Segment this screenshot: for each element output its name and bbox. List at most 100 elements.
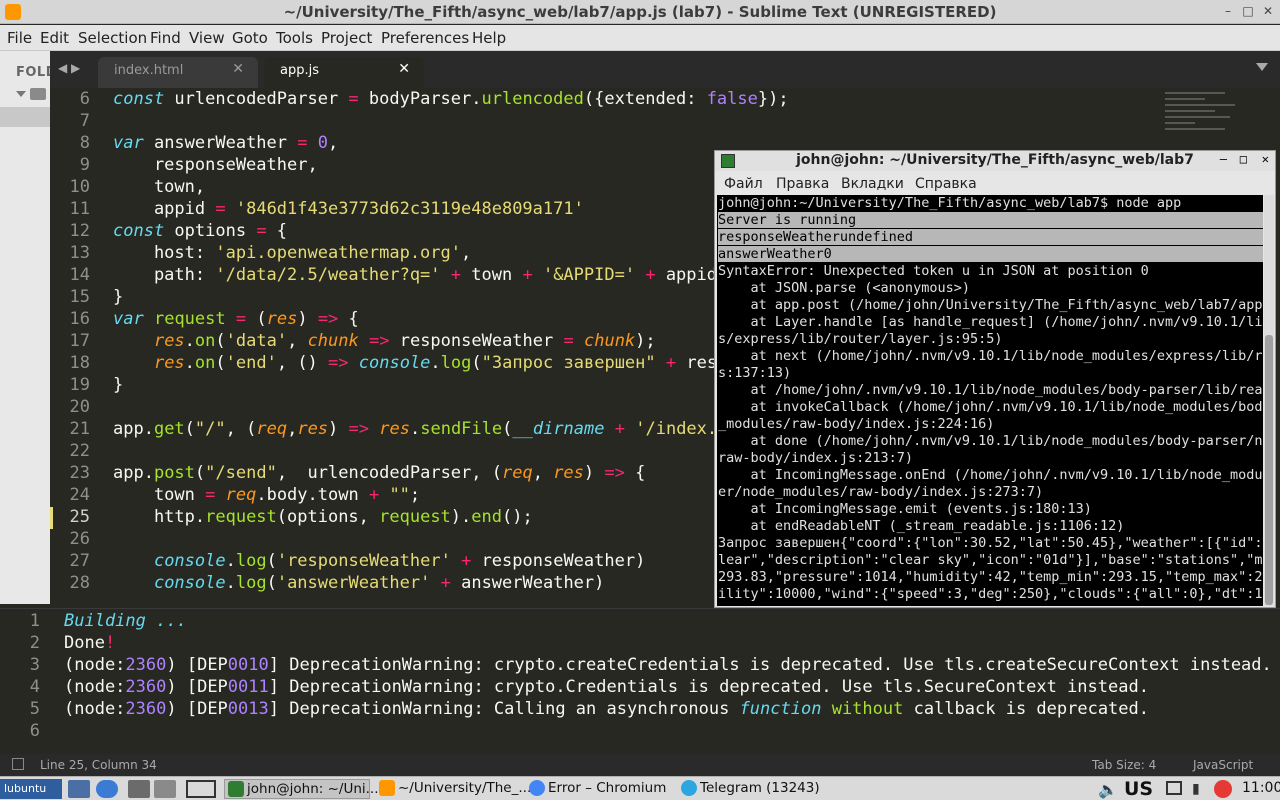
output-line-number: 4 [29,677,40,697]
keyboard-layout[interactable]: US [1124,778,1153,800]
app-launcher-icon[interactable] [128,780,150,798]
terminal-menu-file[interactable]: Файл [724,176,763,192]
terminal-line: Server is running [718,212,1263,228]
line-number: 8 [79,133,90,153]
menu-file[interactable]: File [7,29,32,47]
selected-file-row[interactable] [0,107,50,127]
terminal-line: at Layer.handle [as handle_request] (/ho… [718,314,1264,330]
output-line-number: 5 [29,699,40,719]
code-line: res.on('data', chunk => responseWeather … [153,331,656,351]
line-number: 23 [69,463,90,483]
code-line: var request = (res) => { [113,309,359,329]
line-number: 16 [69,309,90,329]
clock[interactable]: 11:00 [1242,780,1280,796]
build-output-panel[interactable]: 1 Building ... 2 Done! 3 (node:2360) [DEP0010… [0,608,1280,746]
terminal-window[interactable]: john@john: ~/University/The_Fifth/async_… [714,150,1276,608]
menu-view[interactable]: View [189,29,225,47]
folder-expand-icon[interactable] [16,91,26,97]
code-line: const urlencodedParser = bodyParser.urle… [113,89,789,109]
output-line: (node:2360) [DEP0013] DeprecationWarning… [64,699,1149,719]
code-line: res.on('end', () => console.log("Запрос … [153,353,728,373]
line-number: 6 [79,89,90,109]
terminal-output[interactable]: john@john:~/University/The_Fifth/async_w… [717,195,1263,606]
terminal-maximize-icon[interactable]: □ [1240,152,1247,166]
terminal-line: at invokeCallback (/home/john/.nvm/v9.10… [718,399,1264,415]
terminal-minimize-icon[interactable]: – [1220,152,1227,166]
menu-tools[interactable]: Tools [276,29,313,47]
menu-help[interactable]: Help [472,29,506,47]
code-line: appid = '846d1f43e3773d62c3119e48e809a17… [113,199,584,219]
menu-goto[interactable]: Goto [232,29,268,47]
show-desktop-icon[interactable] [186,780,216,798]
code-line: host: 'api.openweathermap.org', [113,243,472,263]
menu-selection[interactable]: Selection [78,29,147,47]
output-line: (node:2360) [DEP0010] DeprecationWarning… [64,655,1272,675]
menu-find[interactable]: Find [150,29,181,47]
tab-index-html[interactable]: index.html ✕ [98,57,258,88]
terminal-line: 293.83,"pressure":1014,"humidity":42,"te… [718,569,1263,585]
close-icon[interactable]: ✕ [1260,2,1276,20]
window-titlebar: ~/University/The_Fifth/async_web/lab7/ap… [0,0,1280,24]
minimize-icon[interactable]: – [1220,2,1236,20]
terminal-line: raw-body/index.js:213:7) [718,450,914,466]
task-telegram[interactable]: Telegram (13243) [678,779,828,799]
tab-nav-arrows-icon[interactable]: ◀ ▶ [58,61,80,75]
minimap[interactable] [1165,88,1280,148]
menu-edit[interactable]: Edit [40,29,69,47]
volume-icon[interactable]: 🔈 [1098,780,1118,799]
terminal-scrollbar-thumb[interactable] [1265,335,1273,605]
tab-close-icon[interactable]: ✕ [398,61,410,77]
battery-icon[interactable]: ▮ [1192,781,1200,797]
terminal-menu-tabs[interactable]: Вкладки [841,176,904,192]
terminal-line: responseWeatherundefined [718,229,1263,245]
syntax-mode[interactable]: JavaScript [1193,758,1253,772]
line-number: 13 [69,243,90,263]
tab-dropdown-icon[interactable] [1256,63,1268,71]
terminal-line: SyntaxError: Unexpected token u in JSON … [718,263,1149,279]
code-line: path: '/data/2.5/weather?q=' + town + '&… [113,265,717,285]
menu-bar: File Edit Selection Find View Goto Tools… [0,25,1280,51]
tab-size[interactable]: Tab Size: 4 [1092,758,1156,772]
task-sublime[interactable]: ~/University/The_... [376,779,531,799]
terminal-line: lear","description":"clear sky","icon":"… [718,552,1263,568]
terminal-menu: Файл Правка Вкладки Справка [715,173,1275,195]
terminal-line: at done (/home/john/.nvm/v9.10.1/lib/nod… [718,433,1264,449]
terminal-line: Запрос завершен{"coord":{"lon":30.52,"la… [718,535,1263,551]
workspace-icon[interactable] [154,780,176,798]
terminal-line: s/express/lib/router/layer.js:95:5) [718,331,1003,347]
menu-preferences[interactable]: Preferences [381,29,469,47]
output-line: Done! [64,633,116,653]
window-title: ~/University/The_Fifth/async_web/lab7/ap… [283,3,997,21]
line-number: 18 [69,353,90,373]
start-label: lubuntu [4,782,47,795]
file-manager-icon[interactable] [68,780,90,798]
terminal-scrollbar[interactable] [1264,195,1274,606]
network-icon[interactable] [1166,781,1182,795]
tab-app-js[interactable]: app.js ✕ [264,57,424,88]
terminal-line: john@john:~/University/The_Fifth/async_w… [718,195,1182,211]
menu-project[interactable]: Project [321,29,372,47]
terminal-menu-edit[interactable]: Правка [776,176,829,192]
task-chromium[interactable]: Error – Chromium [526,779,672,799]
notification-icon[interactable] [1214,780,1232,798]
chromium-icon [529,780,545,796]
line-number: 19 [69,375,90,395]
line-number: 11 [69,199,90,219]
browser-icon[interactable] [96,780,118,798]
line-number: 24 [69,485,90,505]
maximize-icon[interactable]: □ [1240,2,1256,20]
terminal-menu-help[interactable]: Справка [915,176,977,192]
terminal-close-icon[interactable]: ✕ [1262,152,1269,166]
task-terminal[interactable]: john@john: ~/Uni... [224,779,379,799]
panel-toggle-icon[interactable] [12,758,24,770]
tab-close-icon[interactable]: ✕ [232,61,244,77]
sublime-text-icon [379,780,395,796]
terminal-icon [228,781,244,797]
terminal-titlebar: john@john: ~/University/The_Fifth/async_… [715,151,1275,171]
terminal-line: at IncomingMessage.emit (events.js:180:1… [718,501,1092,517]
sidebar: FOLD [0,51,50,604]
start-menu-button[interactable]: lubuntu [0,779,62,799]
code-line: app.post("/send", urlencodedParser, (req… [113,463,646,483]
line-number: 27 [69,551,90,571]
terminal-line: at IncomingMessage.onEnd (/home/john/.nv… [718,467,1264,483]
